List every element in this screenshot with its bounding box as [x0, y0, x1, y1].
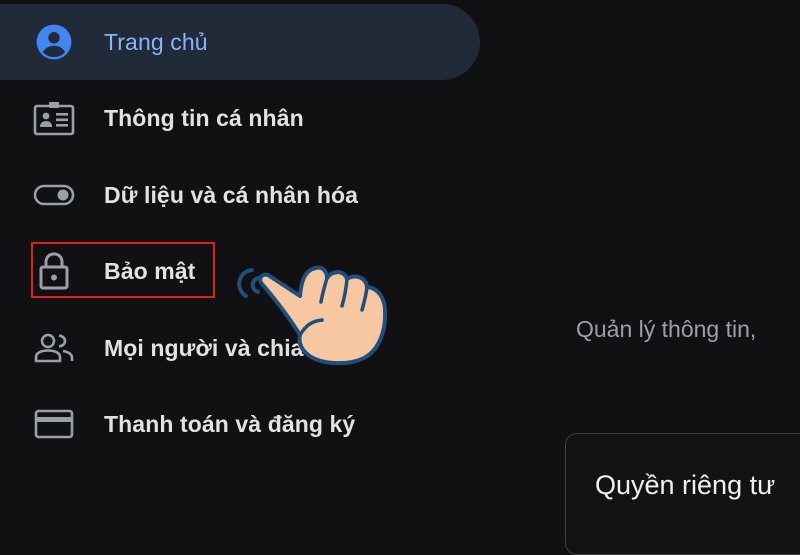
sidebar-item-security[interactable]: Bảo mật	[0, 233, 480, 309]
people-icon	[33, 327, 75, 369]
sidebar-item-label: Thông tin cá nhân	[104, 104, 304, 131]
sidebar-item-label: Mọi người và chia sẻ	[104, 334, 336, 361]
credit-card-icon	[33, 403, 75, 445]
sidebar-item-label: Bảo mật	[104, 257, 196, 284]
sidebar-item-label: Thanh toán và đăng ký	[104, 410, 356, 437]
id-card-icon	[33, 97, 75, 139]
sidebar-nav: Trang chủ Thông tin cá nhân Dữ liệu và c…	[0, 0, 480, 525]
privacy-card[interactable]: Quyền riêng tư	[565, 433, 800, 555]
sidebar-item-home[interactable]: Trang chủ	[0, 4, 480, 80]
account-circle-icon	[33, 21, 75, 63]
sidebar-item-personal-info[interactable]: Thông tin cá nhân	[0, 80, 480, 156]
sidebar-item-people-sharing[interactable]: Mọi người và chia sẻ	[0, 310, 480, 386]
lock-icon	[33, 250, 75, 292]
toggle-icon	[33, 174, 75, 216]
sidebar-item-label: Dữ liệu và cá nhân hóa	[104, 181, 359, 208]
sidebar-item-data-personalization[interactable]: Dữ liệu và cá nhân hóa	[0, 157, 480, 233]
page-subtitle: Quản lý thông tin,	[576, 316, 757, 342]
sidebar-item-label: Trang chủ	[104, 28, 208, 55]
privacy-card-title: Quyền riêng tư	[595, 470, 776, 500]
sidebar-item-payments-subscriptions[interactable]: Thanh toán và đăng ký	[0, 386, 480, 462]
